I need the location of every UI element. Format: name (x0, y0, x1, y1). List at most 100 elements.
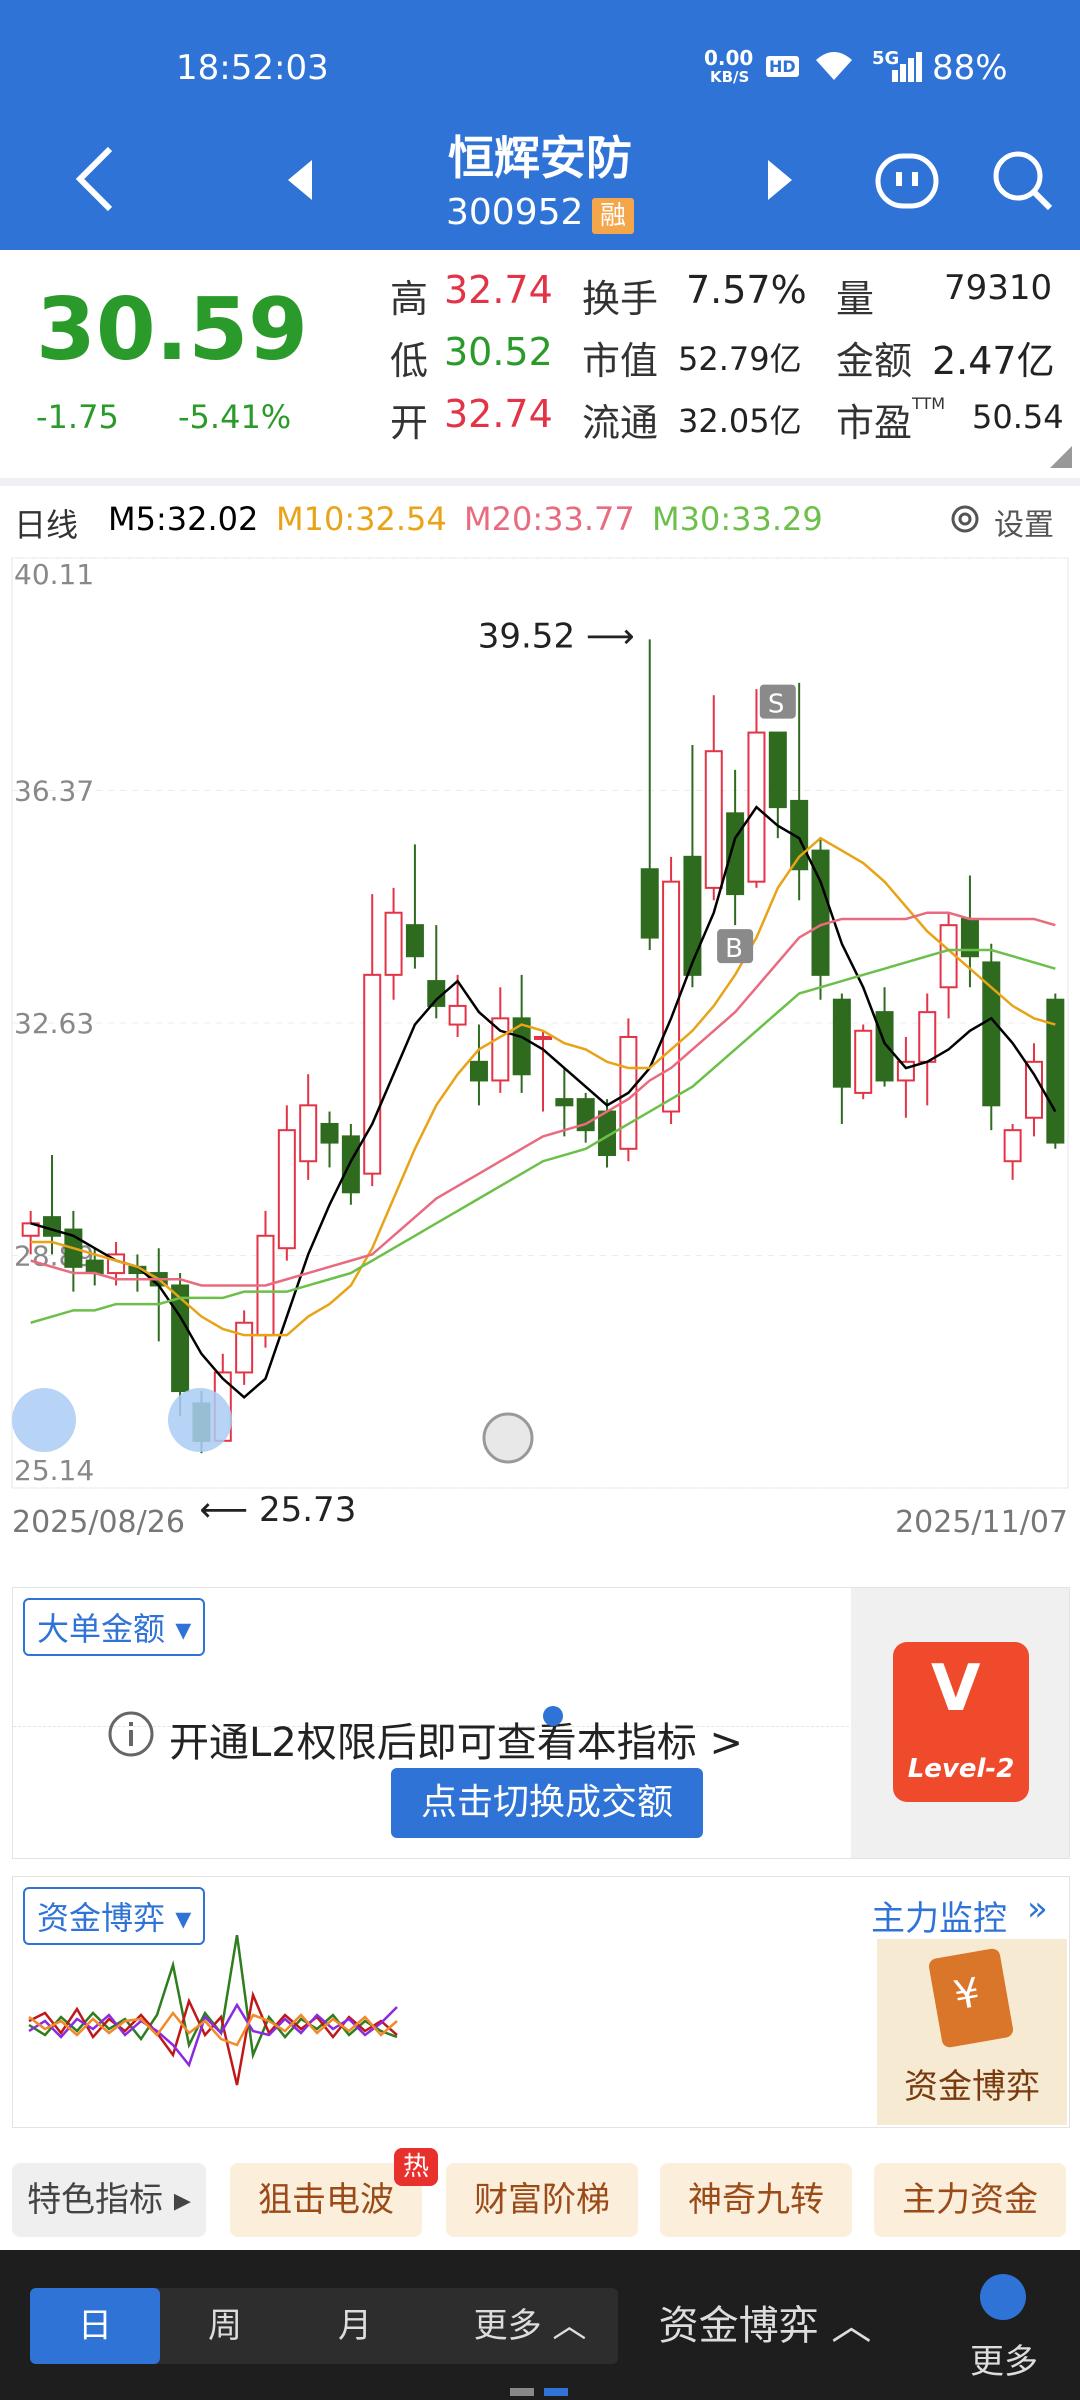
fullscreen-icon (168, 1388, 232, 1452)
current-price: 30.59 (36, 280, 309, 380)
level2-promo[interactable]: V Level-2 (851, 1588, 1069, 1858)
indicator-switch[interactable]: 资金博弈 ︿ (650, 2288, 880, 2364)
ma20-value: M20:33.77 (464, 500, 635, 538)
status-time: 18:52:03 (176, 48, 329, 88)
candle-body (43, 1216, 62, 1237)
x-end-date: 2025/11/07 (895, 1505, 1068, 1540)
battery-level: 88% (932, 48, 1008, 88)
divider (0, 478, 1080, 486)
net-speed-unit: KB/S (710, 68, 750, 86)
max-price-label: 39.52 ⟶ (478, 616, 635, 656)
mktcap-value: 52.79亿 (678, 340, 802, 378)
candle-body (640, 868, 659, 939)
period-more-tab[interactable]: 更多 ︿ (440, 2288, 620, 2364)
big-order-dropdown-label: 大单金额 (37, 1610, 166, 1648)
low-value: 30.52 (444, 330, 553, 374)
more-menu-label[interactable]: 更多 (970, 2334, 1038, 2383)
fund-game-promo[interactable]: ¥ 资金博弈 (877, 1939, 1067, 2125)
ma5-value: M5:32.02 (108, 500, 259, 538)
y-tick-label: 36.37 (14, 775, 94, 808)
status-bar: 18:52:03 0.00 KB/S HD 5G 88% (0, 0, 1080, 130)
candle-body (768, 731, 787, 809)
amount-label: 金额 (836, 339, 913, 383)
tag-magic-nine[interactable]: 神奇九转 (660, 2163, 852, 2237)
pe-ttm-sup: TTM (912, 394, 946, 413)
big-order-dropdown[interactable]: 大单金额 ▾ (23, 1598, 206, 1656)
min-price-label: ⟵ 25.73 (199, 1490, 356, 1530)
candle-body (341, 1135, 360, 1194)
high-value: 32.74 (444, 268, 553, 312)
double-chevron-right-icon[interactable]: » (1027, 1889, 1048, 1929)
high-label: 高 (390, 277, 429, 321)
ma10-value: M10:32.54 (276, 500, 447, 538)
candlestick-chart[interactable]: 40.1136.3732.6328.8925.1439.52 ⟶⟵ 25.73S… (0, 548, 1080, 1548)
feature-indicators-button[interactable]: 特色指标 ▸ (12, 2163, 206, 2237)
tooltip-pointer (543, 1706, 563, 1726)
float-label: 流通 (582, 401, 659, 445)
open-value: 32.74 (444, 392, 553, 436)
period-day-tab[interactable]: 日 (30, 2288, 160, 2364)
candle-body (875, 1011, 894, 1082)
switch-amount-tooltip[interactable]: 点击切换成交额 (391, 1768, 703, 1838)
period-week-tab[interactable]: 周 (160, 2288, 290, 2364)
float-value: 32.05亿 (678, 402, 802, 440)
candle-body (683, 855, 702, 976)
turnover-label: 换手 (582, 277, 659, 321)
candle-body (299, 1104, 318, 1163)
settings-label[interactable]: 设置 (994, 500, 1054, 544)
signal-icon (892, 52, 922, 82)
candle-body (277, 1129, 296, 1250)
bottom-bar: 日 周 月 更多 ︿ 资金博弈 ︿ 更多 (0, 2250, 1080, 2400)
pe-value: 50.54 (972, 398, 1064, 436)
fund-game-dropdown-label: 资金博弈 (37, 1899, 166, 1937)
candle-body (534, 1035, 552, 1040)
page-indicator-dot-active (544, 2388, 568, 2396)
expand-corner-icon[interactable] (1050, 446, 1072, 468)
level2-label: Level-2 (907, 1754, 1015, 1784)
next-stock-icon[interactable] (766, 158, 796, 202)
candle-body (384, 911, 403, 976)
level2-badge[interactable]: V Level-2 (893, 1642, 1029, 1802)
hot-badge: 热 (394, 2148, 438, 2186)
ma30-value: M30:33.29 (652, 500, 823, 538)
candle-body (1003, 1129, 1022, 1163)
y-tick-label: 32.63 (14, 1007, 94, 1040)
period-more-label: 更多 (473, 2306, 542, 2346)
main-monitor-link[interactable]: 主力监控 (871, 1891, 1007, 1940)
candle-body (662, 880, 681, 1113)
turnover-value: 7.57% (686, 268, 807, 312)
app-header: 18:52:03 0.00 KB/S HD 5G 88% 恒辉安防 300952… (0, 0, 1080, 250)
big-order-panel: 大单金额 ▾ 开通L2权限后即可查看本指标 > 点击切换成交额 V Level-… (12, 1587, 1070, 1859)
search-icon[interactable] (990, 148, 1056, 214)
chat-robot-icon[interactable] (874, 148, 940, 214)
candle-body (85, 1259, 104, 1275)
open-label: 开 (390, 401, 429, 445)
candle-body (555, 1098, 574, 1107)
tag-main-funds[interactable]: 主力资金 (874, 2163, 1066, 2237)
period-label: 日线 (14, 506, 79, 544)
volume-label: 量 (836, 277, 875, 321)
hd-icon: HD (766, 56, 799, 77)
fund-line (28, 2002, 398, 2068)
l2-permission-message[interactable]: 开通L2权限后即可查看本指标 > (169, 1710, 743, 1768)
price-change: -1.75 (36, 398, 119, 436)
gear-icon[interactable] (946, 500, 984, 538)
feature-indicators-label: 特色指标 (27, 2180, 164, 2220)
low-label: 低 (390, 339, 429, 383)
candle-body (918, 1011, 937, 1063)
fund-line (28, 2010, 398, 2047)
mktcap-label: 市值 (582, 339, 659, 383)
candle-body (1024, 1060, 1043, 1119)
period-month-tab[interactable]: 月 (290, 2288, 420, 2364)
candle-body (704, 750, 723, 889)
info-icon (108, 1711, 154, 1757)
fund-line (28, 1990, 398, 2086)
amount-value: 2.47亿 (932, 339, 1055, 383)
quote-panel: 30.59 -1.75 -5.41% 高 32.74 低 30.52 开 32.… (0, 250, 1080, 480)
candle-body (832, 998, 851, 1088)
kline-chart-area[interactable]: 日线 M5:32.02 M10:32.54 M20:33.77 M30:33.2… (0, 488, 1080, 1578)
page-indicator-dot (510, 2388, 534, 2396)
tag-wealth-ladder[interactable]: 财富阶梯 (446, 2163, 638, 2237)
fund-game-chart (28, 1935, 398, 2086)
more-menu-icon[interactable] (980, 2274, 1026, 2320)
